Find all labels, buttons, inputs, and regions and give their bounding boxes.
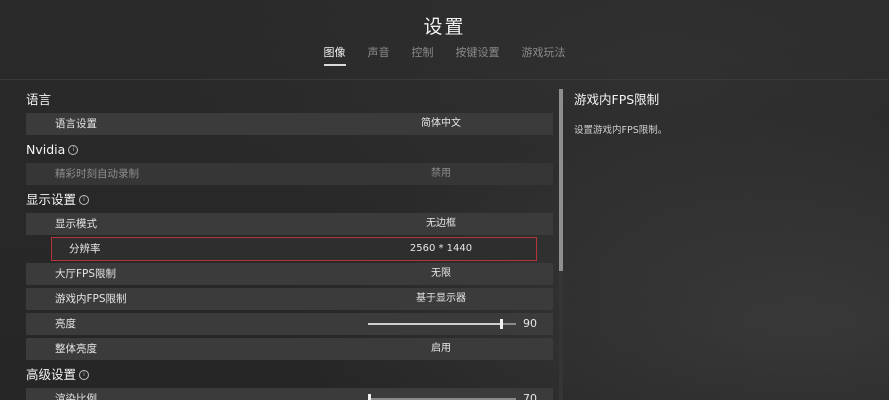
section-title: Nvidia bbox=[26, 142, 66, 157]
setting-value: 基于显示器 bbox=[416, 293, 466, 304]
tab-audio[interactable]: 声音 bbox=[368, 44, 390, 66]
setting-row-brightness[interactable]: 亮度 90 bbox=[26, 313, 553, 335]
tab-keybinds[interactable]: 按键设置 bbox=[456, 44, 500, 66]
setting-label: 亮度 bbox=[55, 318, 76, 330]
setting-label: 整体亮度 bbox=[55, 343, 97, 355]
slider-fill bbox=[368, 323, 502, 325]
setting-label: 渲染比例 bbox=[55, 393, 97, 400]
setting-value: 无限 bbox=[431, 268, 451, 279]
setting-value: 无边框 bbox=[426, 218, 456, 229]
setting-value: 2560 * 1440 bbox=[409, 243, 473, 254]
setting-value: 简体中文 bbox=[421, 118, 461, 129]
page-title: 设置 bbox=[423, 16, 466, 38]
settings-list: 语言 语言设置 简体中文 Nvidia i 精彩时刻自动录制 禁用 显示设置 i… bbox=[26, 88, 553, 400]
setting-row-resolution[interactable]: 分辨率 2560 * 1440 bbox=[51, 237, 537, 261]
setting-label: 精彩时刻自动录制 bbox=[55, 168, 139, 180]
setting-row-lobby-fps[interactable]: 大厅FPS限制 无限 bbox=[26, 263, 553, 285]
setting-label: 分辨率 bbox=[69, 243, 101, 255]
setting-value: 启用 bbox=[431, 343, 451, 354]
section-title: 语言 bbox=[26, 92, 52, 107]
section-title: 高级设置 bbox=[26, 367, 77, 382]
info-icon[interactable]: i bbox=[79, 195, 90, 205]
setting-row-render-scale[interactable]: 渲染比例 70 bbox=[26, 388, 553, 400]
slider-value: 70 bbox=[523, 392, 537, 400]
setting-label: 大厅FPS限制 bbox=[55, 268, 117, 280]
header-divider bbox=[0, 79, 889, 80]
section-title: 显示设置 bbox=[26, 192, 77, 207]
setting-row-ingame-fps[interactable]: 游戏内FPS限制 基于显示器 bbox=[26, 288, 553, 310]
settings-screen: 设置 图像 声音 控制 按键设置 游戏玩法 语言 语言设置 简体中文 Nvidi… bbox=[0, 0, 889, 400]
slider-value: 90 bbox=[523, 317, 537, 330]
tab-controls[interactable]: 控制 bbox=[412, 44, 434, 66]
setting-label: 显示模式 bbox=[55, 218, 97, 230]
setting-row-language[interactable]: 语言设置 简体中文 bbox=[26, 113, 553, 135]
slider-handle[interactable] bbox=[368, 394, 371, 400]
section-display: 显示设置 i bbox=[26, 188, 553, 212]
setting-row-display-mode[interactable]: 显示模式 无边框 bbox=[26, 213, 553, 235]
setting-row-highlights[interactable]: 精彩时刻自动录制 禁用 bbox=[26, 163, 553, 185]
section-language: 语言 bbox=[26, 88, 553, 112]
slider-handle[interactable] bbox=[500, 319, 504, 329]
section-nvidia: Nvidia i bbox=[26, 138, 553, 162]
info-icon[interactable]: i bbox=[68, 145, 79, 155]
setting-label: 语言设置 bbox=[55, 118, 97, 130]
brightness-slider[interactable] bbox=[368, 319, 516, 329]
tab-gameplay[interactable]: 游戏玩法 bbox=[522, 44, 566, 66]
tab-graphics[interactable]: 图像 bbox=[323, 44, 346, 66]
setting-row-overall-brightness[interactable]: 整体亮度 启用 bbox=[26, 338, 553, 360]
scrollbar-thumb[interactable] bbox=[559, 89, 563, 271]
info-icon[interactable]: i bbox=[79, 370, 90, 380]
detail-title: 游戏内FPS限制 bbox=[574, 92, 660, 107]
setting-label: 游戏内FPS限制 bbox=[55, 293, 127, 305]
detail-panel: 游戏内FPS限制 设置游戏内FPS限制。 bbox=[574, 89, 874, 136]
setting-value: 禁用 bbox=[431, 168, 451, 179]
section-advanced: 高级设置 i bbox=[26, 363, 553, 387]
scrollbar[interactable] bbox=[559, 89, 563, 400]
detail-description: 设置游戏内FPS限制。 bbox=[574, 125, 668, 136]
tab-bar: 图像 声音 控制 按键设置 游戏玩法 bbox=[0, 44, 889, 66]
